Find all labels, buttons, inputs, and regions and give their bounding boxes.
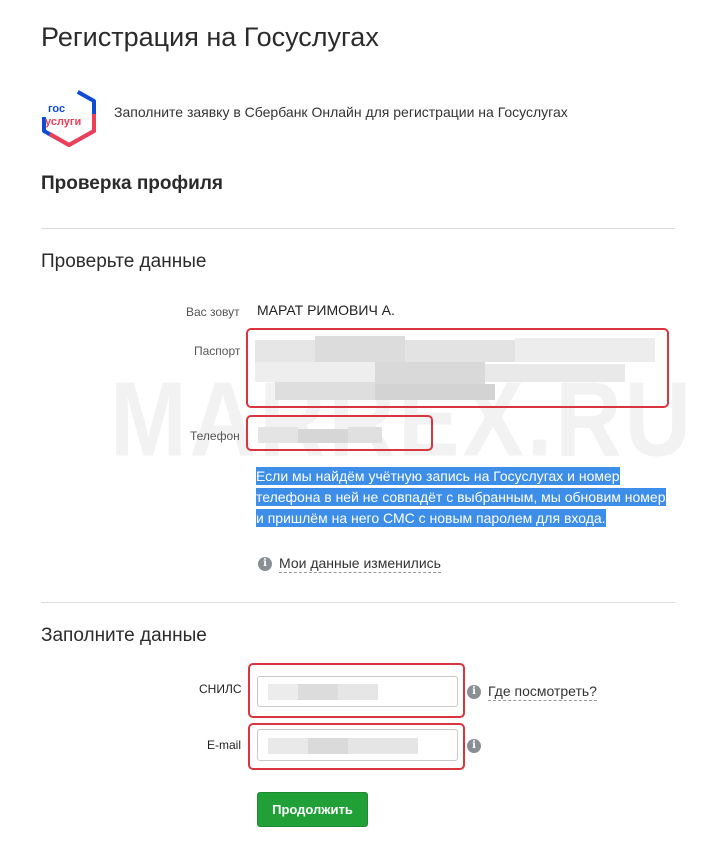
snils-label: СНИЛС	[199, 682, 242, 696]
phone-label: Телефон	[190, 429, 240, 443]
fill-data-heading: Заполните данные	[41, 625, 207, 646]
email-input[interactable]	[257, 729, 458, 761]
name-value: МАРАТ РИМОВИЧ А.	[257, 302, 395, 318]
where-to-find-snils-link[interactable]: Где посмотреть?	[488, 683, 597, 701]
section-heading: Проверка профиля	[41, 173, 223, 194]
my-data-changed-link[interactable]: Мои данные изменились	[279, 555, 441, 573]
info-notice: Если мы найдём учётную запись на Госуслу…	[256, 466, 668, 529]
info-icon: i	[258, 557, 272, 571]
continue-button[interactable]: Продолжить	[257, 792, 368, 827]
snils-value-redacted	[268, 684, 378, 700]
email-value-redacted	[268, 738, 418, 754]
logo-text-top: гос	[48, 103, 65, 115]
divider	[41, 228, 675, 229]
logo-text-bottom: услуги	[45, 116, 81, 128]
snils-input[interactable]	[257, 676, 458, 707]
phone-highlight-frame	[246, 415, 433, 451]
info-notice-text: Если мы найдём учётную запись на Госуслу…	[256, 467, 666, 527]
page-subtitle: Заполните заявку в Сбербанк Онлайн для р…	[114, 104, 568, 120]
page-title: Регистрация на Госуслугах	[41, 22, 379, 52]
divider	[41, 602, 675, 603]
gosuslugi-logo: гос услуги	[42, 85, 96, 147]
passport-highlight-frame	[246, 328, 669, 408]
name-label: Вас зовут	[186, 305, 240, 319]
verify-data-heading: Проверьте данные	[41, 251, 207, 272]
email-info-icon[interactable]: i	[467, 739, 481, 753]
snils-info-icon[interactable]: i	[467, 685, 481, 699]
passport-label: Паспорт	[194, 344, 241, 358]
email-label: E-mail	[207, 738, 242, 752]
